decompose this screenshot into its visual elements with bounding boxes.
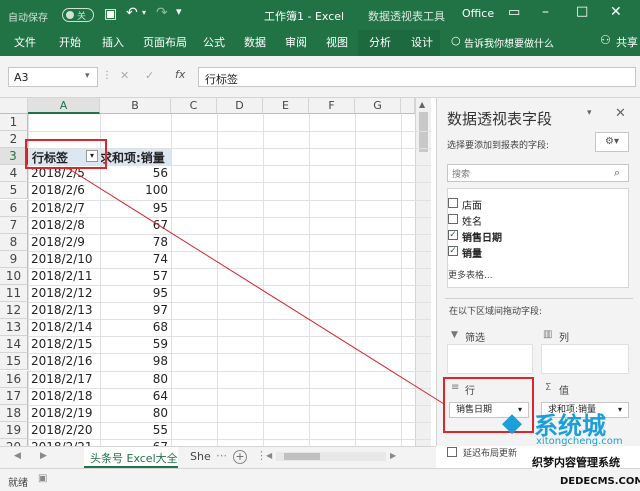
watermark: ◆ 系统城 xitongcheng.com 织梦内容管理系统 [498, 402, 640, 470]
watermark-line4: DEDECMS.COM [560, 476, 640, 487]
watermark-line2: xitongcheng.com [536, 436, 623, 447]
watermark-line3: 织梦内容管理系统 [532, 454, 620, 470]
annotation-arrow [65, 166, 445, 405]
watermark-logo-icon: ◆ [502, 408, 522, 438]
